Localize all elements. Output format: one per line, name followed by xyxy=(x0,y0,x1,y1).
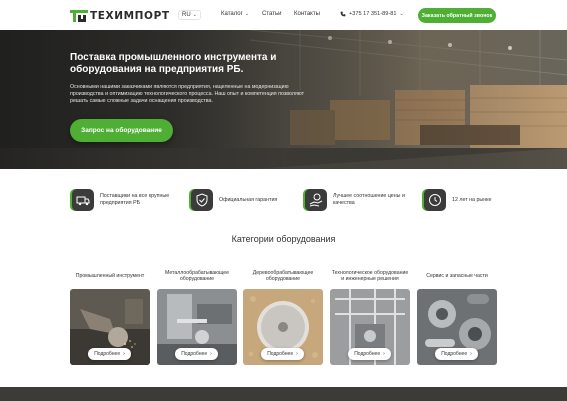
nav-contacts[interactable]: Контакты xyxy=(294,11,320,17)
chevron-right-icon: › xyxy=(210,351,212,357)
more-label: Подробнее xyxy=(354,351,381,357)
feature-years: 12 лет на рынке xyxy=(424,189,512,211)
shield-icon xyxy=(191,189,213,211)
chevron-right-icon: › xyxy=(123,351,125,357)
feature-warranty: Официальная гарантия xyxy=(191,189,299,211)
category-more-button[interactable]: Подробнее › xyxy=(348,348,391,360)
chevron-down-icon: ⌄ xyxy=(244,11,250,17)
feature-suppliers: Поставщики на все крупные предприятия РБ xyxy=(72,189,176,211)
chevron-down-icon: ⌄ xyxy=(192,12,197,18)
hero-description: Основными нашими заказчиками являются пр… xyxy=(70,84,305,104)
nav-articles-label: Статьи xyxy=(262,11,282,17)
category-more-button[interactable]: Подробнее › xyxy=(88,348,131,360)
category-card[interactable]: Сервис и запасные части Подробнее › xyxy=(417,264,497,366)
feature-warranty-text: Официальная гарантия xyxy=(219,196,278,203)
phone-dropdown[interactable]: +375 17 351-89-81 ⌄ xyxy=(340,11,404,17)
next-section-strip xyxy=(0,387,567,401)
site-header: ТЕХИМПОРТ RU ⌄ Каталог ⌄ Статьи Контакты… xyxy=(0,0,567,30)
more-label: Подробнее xyxy=(267,351,294,357)
equipment-request-button[interactable]: Запрос на оборудование xyxy=(70,119,173,142)
categories-title: Категории оборудования xyxy=(231,234,336,244)
truck-icon xyxy=(72,189,94,211)
hero-title: Поставка промышленного инструмента и обо… xyxy=(70,52,277,75)
category-more-button[interactable]: Подробнее › xyxy=(175,348,218,360)
category-card[interactable]: Металлообрабатывающее оборудование Подро… xyxy=(157,264,237,366)
nav-catalog-label: Каталог xyxy=(221,11,243,17)
language-select[interactable]: RU ⌄ xyxy=(178,10,201,20)
logo[interactable]: ТЕХИМПОРТ xyxy=(70,9,170,22)
category-title: Технологическое оборудование и инженерны… xyxy=(331,269,409,283)
category-title: Промышленный инструмент xyxy=(75,272,145,279)
phone-icon xyxy=(340,11,346,17)
feature-price-quality-text: Лучшее соотношение цены и качества xyxy=(333,193,405,206)
category-title: Деревообрабатывающее оборудование xyxy=(252,269,314,283)
nav-contacts-label: Контакты xyxy=(294,11,320,17)
category-card[interactable]: Технологическое оборудование и инженерны… xyxy=(330,264,410,366)
chevron-right-icon: › xyxy=(470,351,472,357)
clock-icon xyxy=(424,189,446,211)
chevron-down-icon: ⌄ xyxy=(399,11,404,17)
more-label: Подробнее xyxy=(94,351,121,357)
language-value: RU xyxy=(182,12,191,18)
chevron-right-icon: › xyxy=(383,351,385,357)
category-more-button[interactable]: Подробнее › xyxy=(261,348,304,360)
hero-banner: Поставка промышленного инструмента и обо… xyxy=(0,30,567,169)
more-label: Подробнее xyxy=(441,351,468,357)
category-title: Металлообрабатывающее оборудование xyxy=(164,269,230,283)
category-card[interactable]: Промышленный инструмент Подробнее › xyxy=(70,264,150,366)
category-more-button[interactable]: Подробнее › xyxy=(435,348,478,360)
feature-years-text: 12 лет на рынке xyxy=(452,196,492,203)
features-row: Поставщики на все крупные предприятия РБ… xyxy=(0,169,567,229)
feature-price-quality: Лучшее соотношение цены и качества xyxy=(305,189,405,211)
phone-number: +375 17 351-89-81 xyxy=(349,11,397,17)
callback-button[interactable]: Заказать обратный звонок xyxy=(418,8,496,23)
logo-mark-icon xyxy=(70,9,88,22)
more-label: Подробнее xyxy=(181,351,208,357)
category-title: Сервис и запасные части xyxy=(426,272,488,279)
chevron-right-icon: › xyxy=(296,351,298,357)
page: ТЕХИМПОРТ RU ⌄ Каталог ⌄ Статьи Контакты… xyxy=(0,0,567,401)
feature-suppliers-text: Поставщики на все крупные предприятия РБ xyxy=(100,193,170,206)
price-hand-icon xyxy=(305,189,327,211)
nav-articles[interactable]: Статьи xyxy=(262,11,281,17)
category-card[interactable]: Деревообрабатывающее оборудование Подроб… xyxy=(243,264,323,366)
logo-text: ТЕХИМПОРТ xyxy=(90,9,170,22)
nav-catalog[interactable]: Каталог ⌄ xyxy=(221,11,249,17)
